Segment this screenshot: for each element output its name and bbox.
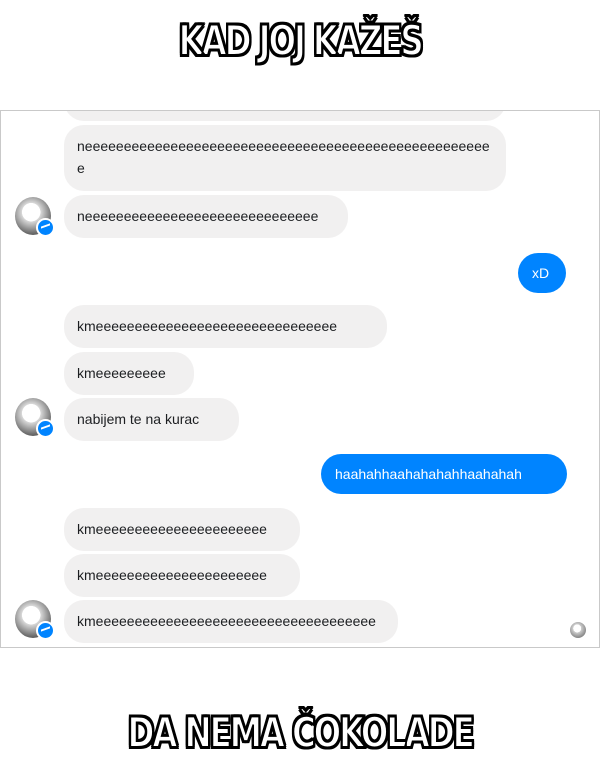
meme-bottom-text: DA NEMA ČOKOLADE — [127, 708, 476, 757]
contact-avatar[interactable] — [15, 398, 55, 438]
message-bubble-outgoing[interactable]: haahahhaahahahahhaahahah — [321, 454, 567, 494]
message-bubble-incoming[interactable]: kmeeeeeeeee — [64, 352, 194, 395]
partial-message-bubble — [64, 111, 506, 121]
messenger-badge-icon — [36, 218, 55, 237]
contact-avatar[interactable] — [15, 600, 55, 640]
seen-indicator-avatar — [570, 622, 586, 638]
message-bubble-incoming[interactable]: kmeeeeeeeeeeeeeeeeeeeeeeeeeeeeeee — [64, 305, 387, 348]
meme-top-text: KAD JOJ KAŽEŠ — [178, 16, 425, 65]
message-bubble-incoming[interactable]: neeeeeeeeeeeeeeeeeeeeeeeeeeeeeeeeeeeeeee… — [64, 125, 506, 191]
message-bubble-incoming[interactable]: kmeeeeeeeeeeeeeeeeeeeeee — [64, 508, 300, 551]
messenger-badge-icon — [36, 621, 55, 640]
messenger-badge-icon — [36, 419, 55, 438]
message-bubble-incoming[interactable]: kmeeeeeeeeeeeeeeeeeeeeeeeeeeeeeeeeeeee — [64, 600, 398, 643]
message-bubble-incoming[interactable]: nabijem te na kurac — [64, 398, 239, 441]
message-bubble-outgoing[interactable]: xD — [518, 253, 566, 293]
message-bubble-incoming[interactable]: kmeeeeeeeeeeeeeeeeeeeeee — [64, 554, 300, 597]
contact-avatar[interactable] — [15, 197, 55, 237]
message-bubble-incoming[interactable]: neeeeeeeeeeeeeeeeeeeeeeeeeeeeee — [64, 195, 348, 238]
chat-conversation[interactable]: neeeeeeeeeeeeeeeeeeeeeeeeeeeeeeeeeeeeeee… — [0, 110, 600, 648]
